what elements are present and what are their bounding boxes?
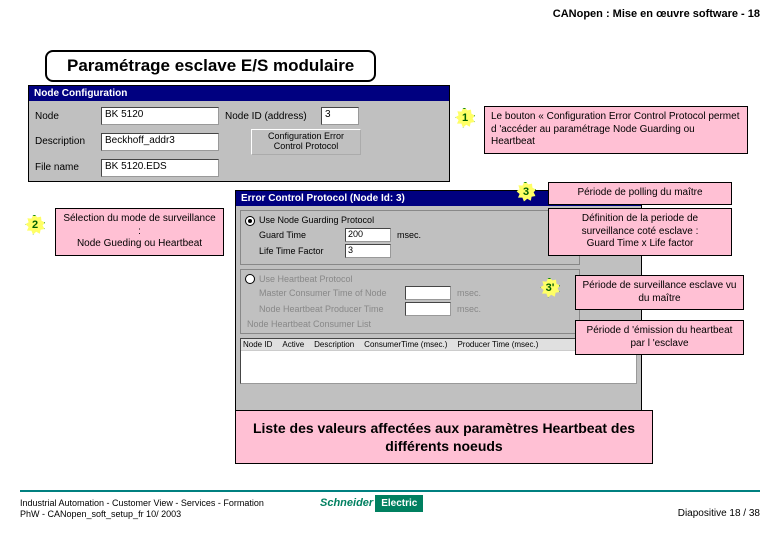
badge-1: 1 bbox=[455, 108, 475, 128]
callout-3-top: Période de polling du maître bbox=[548, 182, 732, 205]
life-factor-field[interactable]: 3 bbox=[345, 244, 391, 258]
mc-unit: msec. bbox=[457, 288, 481, 298]
col-consumer: ConsumerTime (msec.) bbox=[364, 340, 447, 349]
guard-unit: msec. bbox=[397, 230, 421, 240]
col-active: Active bbox=[282, 340, 304, 349]
callout-big: Liste des valeurs affectées aux paramètr… bbox=[235, 410, 653, 464]
callout-4: Période d 'émission du heartbeat par l '… bbox=[575, 320, 744, 355]
nodeid-label: Node ID (address) bbox=[225, 111, 315, 122]
desc-label: Description bbox=[35, 136, 95, 147]
radio-heartbeat[interactable] bbox=[245, 274, 255, 284]
guard-time-field[interactable]: 200 bbox=[345, 228, 391, 242]
life-factor-label: Life Time Factor bbox=[259, 246, 339, 256]
master-consumer-label: Master Consumer Time of Node bbox=[259, 288, 399, 298]
node-producer-label: Node Heartbeat Producer Time bbox=[259, 304, 399, 314]
file-field[interactable]: BK 5120.EDS bbox=[101, 159, 219, 177]
footer-line2: PhW - CANopen_soft_setup_fr 10/ 2003 bbox=[20, 509, 264, 520]
node-field[interactable]: BK 5120 bbox=[101, 107, 219, 125]
slide-number: Diapositive 18 / 38 bbox=[678, 508, 760, 519]
logo-text2: Electric bbox=[375, 495, 423, 512]
file-label: File name bbox=[35, 162, 95, 173]
config-error-button[interactable]: Configuration Error Control Protocol bbox=[251, 129, 361, 155]
guard-time-label: Guard Time bbox=[259, 230, 339, 240]
callout-1: Le bouton « Configuration Error Control … bbox=[484, 106, 748, 154]
radio-guarding[interactable] bbox=[245, 216, 255, 226]
callout-2: Sélection du mode de surveillance : Node… bbox=[55, 208, 224, 256]
np-unit: msec. bbox=[457, 304, 481, 314]
logo-text1: Schneider bbox=[320, 497, 373, 509]
node-producer-field[interactable] bbox=[405, 302, 451, 316]
callout-3b: Période de surveillance esclave vu du ma… bbox=[575, 275, 744, 310]
footer-left: Industrial Automation - Customer View - … bbox=[20, 498, 264, 520]
footer-divider bbox=[20, 490, 760, 492]
node-config-dialog: Node Configuration Node BK 5120 Node ID … bbox=[28, 85, 450, 182]
master-consumer-field[interactable] bbox=[405, 286, 451, 300]
col-nodeid: Node ID bbox=[243, 340, 272, 349]
col-desc: Description bbox=[314, 340, 354, 349]
footer-line1: Industrial Automation - Customer View - … bbox=[20, 498, 264, 509]
dialog-title: Node Configuration bbox=[29, 86, 449, 101]
slide-title: Paramétrage esclave E/S modulaire bbox=[45, 50, 376, 82]
col-producer: Producer Time (msec.) bbox=[457, 340, 538, 349]
consumer-list-label: Node Heartbeat Consumer List bbox=[247, 319, 575, 329]
page-header: CANopen : Mise en œuvre software - 18 bbox=[553, 8, 760, 20]
callout-3-def: Définition de la periode de surveillance… bbox=[548, 208, 732, 256]
schneider-logo: SchneiderElectric bbox=[320, 495, 423, 512]
opt-heartbeat-label: Use Heartbeat Protocol bbox=[259, 274, 353, 284]
desc-field[interactable]: Beckhoff_addr3 bbox=[101, 133, 219, 151]
badge-2: 2 bbox=[25, 215, 45, 235]
nodeid-field[interactable]: 3 bbox=[321, 107, 359, 125]
opt-guarding-label: Use Node Guarding Protocol bbox=[259, 215, 374, 225]
node-label: Node bbox=[35, 111, 95, 122]
